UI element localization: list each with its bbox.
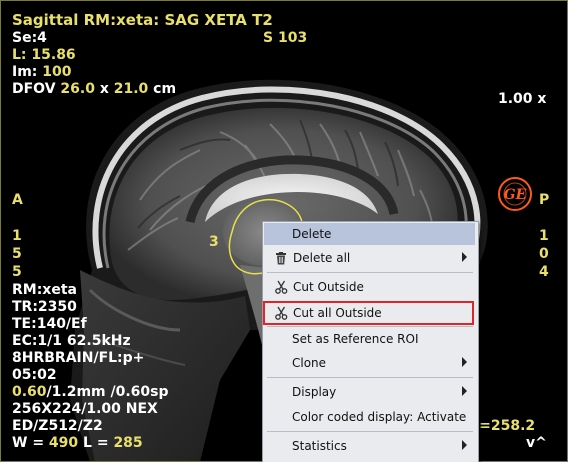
level-label: L =: [78, 435, 114, 451]
menu-item-color-coded-display[interactable]: Color coded display: Activate: [264, 406, 475, 428]
left-digit: 5: [12, 264, 22, 280]
thickness-value: 0.60: [12, 384, 47, 400]
scan-param: 8HRBRAIN/FL:p+: [12, 350, 145, 366]
series-number: Se:4: [12, 30, 47, 46]
svg-text:GE: GE: [504, 187, 527, 203]
menu-item-set-reference-roi[interactable]: Set as Reference ROI: [264, 328, 475, 350]
series-title: Sagittal RM:xeta: SAG XETA T2: [12, 11, 273, 29]
scan-param: TE:140/Ef: [12, 316, 87, 332]
scan-param: TR:2350: [12, 299, 77, 315]
menu-item-clone[interactable]: Clone: [264, 352, 475, 374]
roi-context-menu[interactable]: Delete Delete all Cut Outside Cut all Ou…: [262, 221, 479, 462]
submenu-arrow-icon: [462, 357, 467, 367]
roi-value-readout: v=258.2: [470, 418, 536, 434]
dfov-label: DFOV: [12, 81, 61, 97]
image-number-label: Im:: [12, 64, 43, 80]
menu-item-cut-all-outside[interactable]: Cut all Outside: [264, 302, 475, 324]
left-digit: 5: [12, 246, 22, 262]
slice-label: S 103: [263, 30, 308, 46]
menu-separator: [267, 326, 473, 327]
menu-item-delete-all[interactable]: Delete all: [264, 247, 475, 269]
scan-param: 05:02: [12, 367, 57, 383]
image-viewport[interactable]: GE Sagittal RM:xeta: SAG XETA T2 Se:4 S …: [0, 0, 568, 462]
scan-param: EC:1/1 62.5kHz: [12, 333, 131, 349]
level-value: 285: [113, 435, 143, 451]
ed-readout: ED/Z512/Z2: [12, 418, 103, 434]
menu-item-label: Cut Outside: [293, 280, 364, 294]
menu-item-label: Delete all: [293, 251, 351, 265]
menu-item-statistics[interactable]: Statistics: [264, 435, 475, 457]
orientation-posterior: P: [539, 192, 550, 208]
scan-param: RM:xeta: [12, 282, 77, 298]
scissors-icon: [273, 305, 289, 321]
image-number: Im: 100: [12, 64, 72, 80]
window-value: 490: [48, 435, 79, 451]
menu-item-delete[interactable]: Delete: [264, 223, 475, 245]
thickness-readout: 0.60/1.2mm /0.60sp: [12, 384, 169, 400]
zoom-factor: 1.00 x: [498, 91, 547, 107]
menu-item-label: Delete: [292, 227, 332, 241]
menu-separator: [267, 377, 473, 378]
submenu-arrow-icon: [462, 386, 467, 396]
location-value: L: 15.86: [12, 47, 76, 63]
dfov-height: 21.0: [113, 81, 149, 97]
dfov-readout: DFOV 26.0 x 21.0 cm: [12, 81, 176, 97]
dfov-width: 26.0: [60, 81, 95, 97]
thickness-rest: /1.2mm /0.60sp: [46, 384, 169, 400]
roi-number: 3: [209, 234, 219, 250]
image-number-value: 100: [42, 64, 72, 80]
menu-item-label: Clone: [292, 356, 327, 370]
dfov-separator: x: [94, 81, 114, 97]
menu-item-label: Color coded display: Activate: [292, 410, 467, 424]
window-label: W =: [12, 435, 49, 451]
submenu-arrow-icon: [462, 440, 467, 450]
right-digit: 4: [539, 264, 549, 280]
corner-marker: v^: [526, 435, 547, 451]
dfov-unit: cm: [148, 81, 177, 97]
menu-item-label: Cut all Outside: [293, 306, 382, 320]
right-digit: 0: [539, 246, 549, 262]
menu-separator: [267, 272, 473, 273]
menu-item-label: Set as Reference ROI: [292, 332, 419, 346]
menu-item-label: Display: [292, 385, 337, 399]
window-level-readout: W = 490 L = 285: [12, 435, 143, 451]
menu-separator: [267, 431, 473, 432]
right-digit: 1: [539, 228, 549, 244]
scissors-icon: [273, 279, 289, 295]
matrix-readout: 256X224/1.00 NEX: [12, 401, 158, 417]
left-digit: 1: [12, 228, 22, 244]
menu-item-cut-outside[interactable]: Cut Outside: [264, 276, 475, 298]
menu-item-display[interactable]: Display: [264, 381, 475, 403]
orientation-anterior: A: [12, 192, 23, 208]
menu-item-label: Statistics: [292, 439, 347, 453]
trash-icon: [273, 250, 289, 266]
submenu-arrow-icon: [462, 252, 467, 262]
ge-logo: GE: [498, 177, 532, 211]
